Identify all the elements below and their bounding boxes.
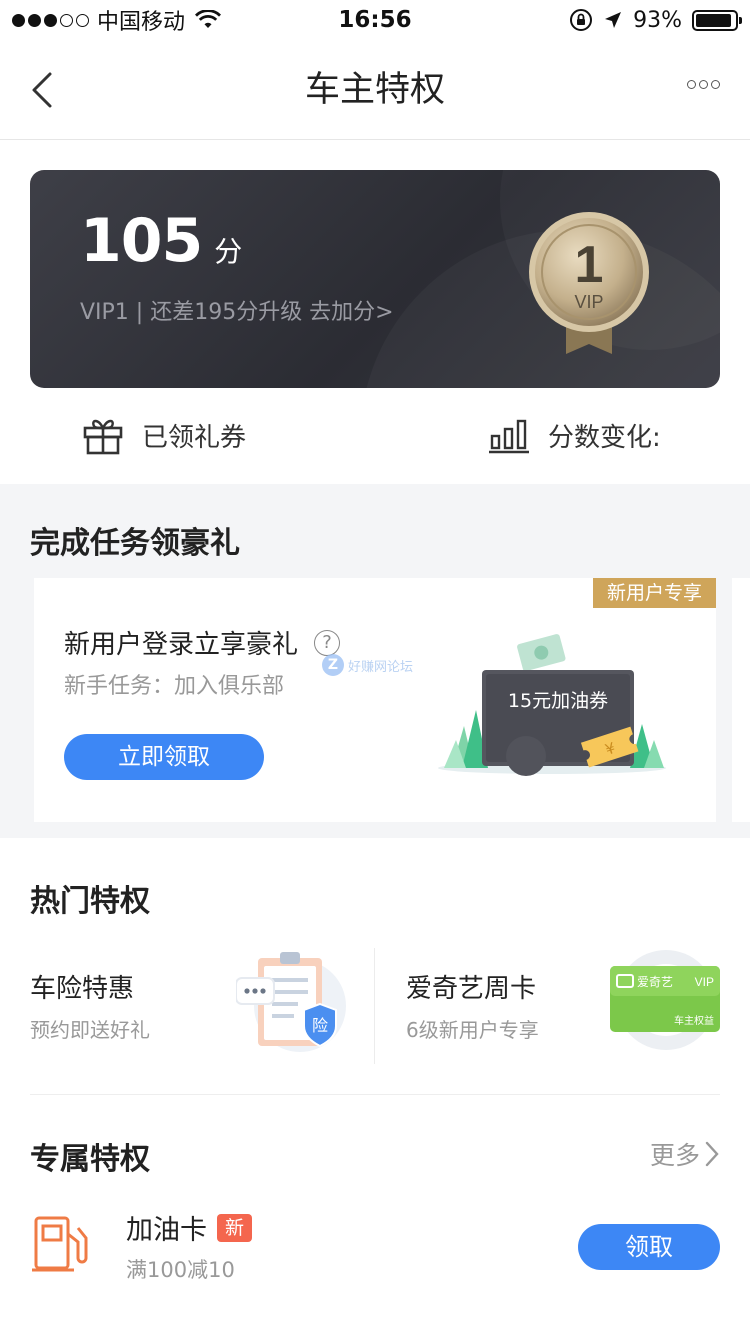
- battery-percent: 93%: [633, 7, 682, 33]
- watermark: Z 好赚网论坛: [322, 654, 413, 676]
- hot-item-car-insurance[interactable]: 车险特惠 预约即送好礼 险: [30, 948, 360, 1064]
- status-right: 93%: [569, 6, 742, 34]
- hot-divider: [374, 948, 375, 1064]
- insurance-icon-label: 险: [312, 1016, 328, 1035]
- status-bar: 中国移动 16:56 93%: [0, 0, 750, 40]
- received-coupons-label: 已领礼券: [142, 422, 247, 453]
- medal-label: VIP: [574, 292, 603, 312]
- claim-button[interactable]: 领取: [578, 1224, 720, 1270]
- location-arrow-icon: [605, 12, 622, 28]
- medal-number: 1: [575, 236, 604, 294]
- hot-section-title: 热门特权: [30, 884, 150, 919]
- hot-item-desc: 6级新用户专享: [406, 1018, 539, 1042]
- card-footer-text: 车主权益: [674, 1014, 714, 1027]
- watermark-logo: Z: [322, 654, 344, 676]
- score-value: 105: [80, 206, 203, 276]
- hot-item-desc: 预约即送好礼: [30, 1018, 150, 1042]
- score-change-label: 分数变化:: [548, 422, 661, 453]
- new-badge: 新: [217, 1213, 253, 1242]
- task-section: 完成任务领豪礼 新用户专享 新用户登录立享豪礼 ? 新手任务：加入俱乐部 Z 好…: [0, 484, 750, 838]
- task-heading: 新用户登录立享豪礼 ?: [64, 624, 341, 661]
- vip-medal-icon: 1 VIP: [529, 212, 649, 354]
- fuel-card-name: 加油卡 新: [126, 1208, 253, 1247]
- battery-icon: [692, 9, 742, 31]
- fuel-card-desc: 满100减10: [126, 1258, 235, 1282]
- exclusive-section-title: 专属特权: [30, 1142, 150, 1177]
- vip-upgrade-link[interactable]: VIP1 | 还差195分升级 去加分>: [80, 294, 394, 326]
- gift-icon: [83, 419, 123, 455]
- hot-item-name: 车险特惠: [30, 974, 135, 1004]
- hot-item-name: 爱奇艺周卡: [406, 974, 537, 1004]
- hot-item-iqiyi[interactable]: 爱奇艺周卡 6级新用户专享 爱奇艺 VIP 车主权益: [406, 948, 720, 1064]
- more-link[interactable]: 更多: [650, 1136, 720, 1172]
- task-section-title: 完成任务领豪礼: [30, 526, 240, 561]
- more-options-icon[interactable]: [687, 80, 720, 89]
- card-vip-text: VIP: [695, 975, 714, 989]
- bar-chart-icon: [489, 419, 529, 454]
- orientation-lock-icon: [570, 9, 593, 31]
- vip-score-card[interactable]: 105 分 VIP1 | 还差195分升级 去加分> 1 VIP: [30, 170, 720, 388]
- page-title: 车主特权: [304, 70, 445, 110]
- more-label: 更多: [649, 1141, 700, 1170]
- vip-score: 105 分: [80, 206, 242, 276]
- task-card[interactable]: 新用户专享 新用户登录立享豪礼 ? 新手任务：加入俱乐部 Z 好赚网论坛 立即领…: [34, 578, 716, 822]
- new-user-badge: 新用户专享: [592, 578, 716, 608]
- card-brand-text: 爱奇艺: [637, 975, 673, 989]
- next-task-card[interactable]: [732, 578, 750, 822]
- section-divider: [30, 1094, 720, 1095]
- fuel-pump-icon: [32, 1216, 88, 1272]
- chevron-right-icon: [705, 1141, 719, 1167]
- iqiyi-card-icon: 爱奇艺 VIP 车主权益: [610, 950, 720, 1050]
- task-heading-text: 新用户登录立享豪礼: [64, 630, 299, 660]
- task-subtitle: 新手任务：加入俱乐部: [64, 674, 285, 699]
- watermark-text: 好赚网论坛: [348, 659, 414, 675]
- help-icon[interactable]: ?: [314, 629, 341, 656]
- battery-fill: [696, 13, 732, 27]
- received-coupons-link[interactable]: 已领礼券: [82, 414, 246, 456]
- insurance-icon: 险: [236, 952, 346, 1052]
- fuel-coupon-illustration: 15元加油券 ¥: [438, 634, 666, 776]
- score-unit: 分: [214, 235, 243, 268]
- quick-links: 已领礼券 分数变化:: [0, 388, 750, 484]
- score-change-link[interactable]: 分数变化:: [488, 414, 661, 456]
- fuel-card-title: 加油卡: [126, 1215, 207, 1246]
- nav-bar: 车主特权: [0, 40, 750, 140]
- coupon-text: 15元加油券: [508, 690, 608, 712]
- claim-now-button[interactable]: 立即领取: [64, 734, 264, 780]
